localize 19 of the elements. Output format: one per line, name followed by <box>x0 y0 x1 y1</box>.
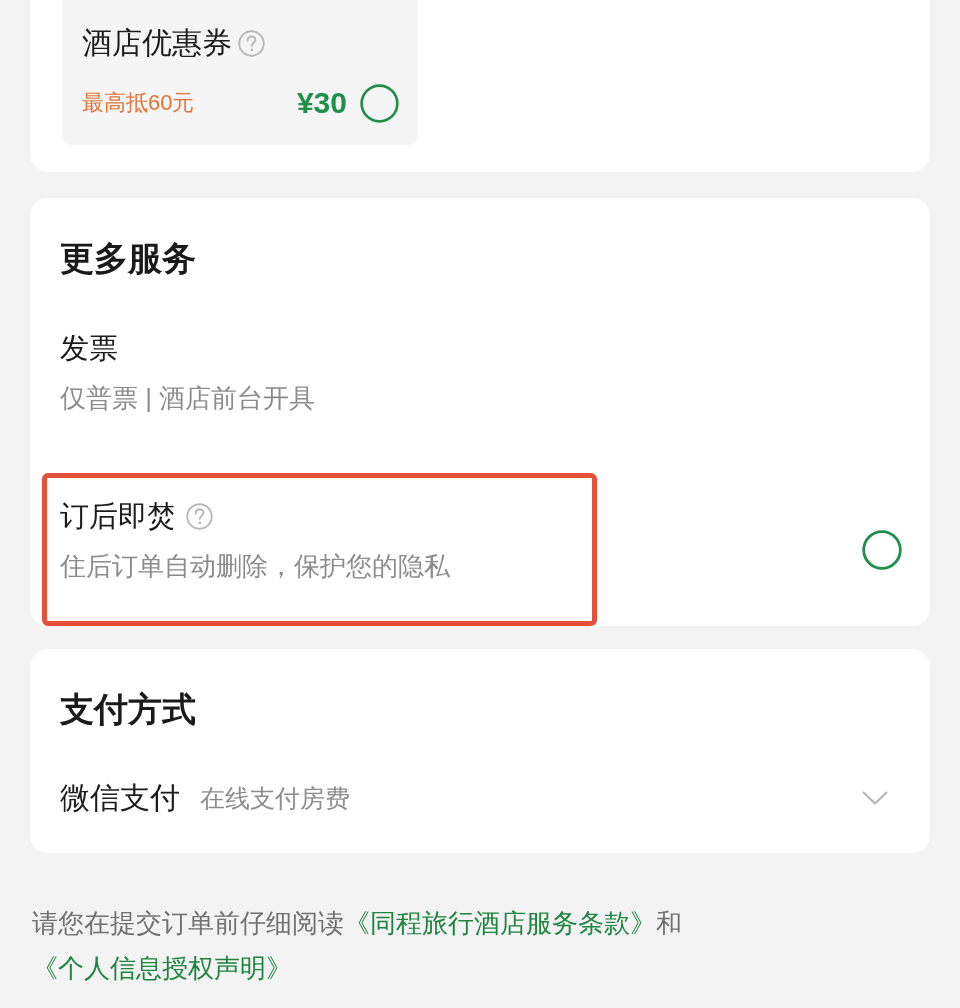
radio-button[interactable] <box>862 529 902 570</box>
service-title: 发票 <box>60 331 118 366</box>
service-description: 住后订单自动删除，保护您的隐私 <box>60 550 450 583</box>
section-title: 更多服务 <box>60 238 196 278</box>
payment-method[interactable]: 微信支付 <box>60 780 180 816</box>
service-title: 订后即焚 <box>60 499 176 534</box>
help-icon[interactable] <box>238 29 265 57</box>
agreement-link[interactable]: 《个人信息授权声明》 <box>32 953 292 983</box>
agreement-text: 请您在提交订单前仔细阅读《同程旅行酒店服务条款》和 《个人信息授权声明》 <box>31 907 683 985</box>
coupon-title: 酒店优惠券 <box>82 25 232 61</box>
section-title: 支付方式 <box>60 689 196 729</box>
chevron-down-icon[interactable] <box>862 791 888 805</box>
help-icon[interactable] <box>186 502 213 530</box>
agreement-link[interactable]: 《同程旅行酒店服务条款》 <box>344 908 656 938</box>
coupon-amount: ¥30 <box>296 85 347 121</box>
payment-description: 在线支付房费 <box>200 783 350 814</box>
service-description: 仅普票 | 酒店前台开具 <box>60 382 316 415</box>
coupon-limit: 最高抵60元 <box>82 89 195 117</box>
radio-button[interactable] <box>360 83 399 123</box>
